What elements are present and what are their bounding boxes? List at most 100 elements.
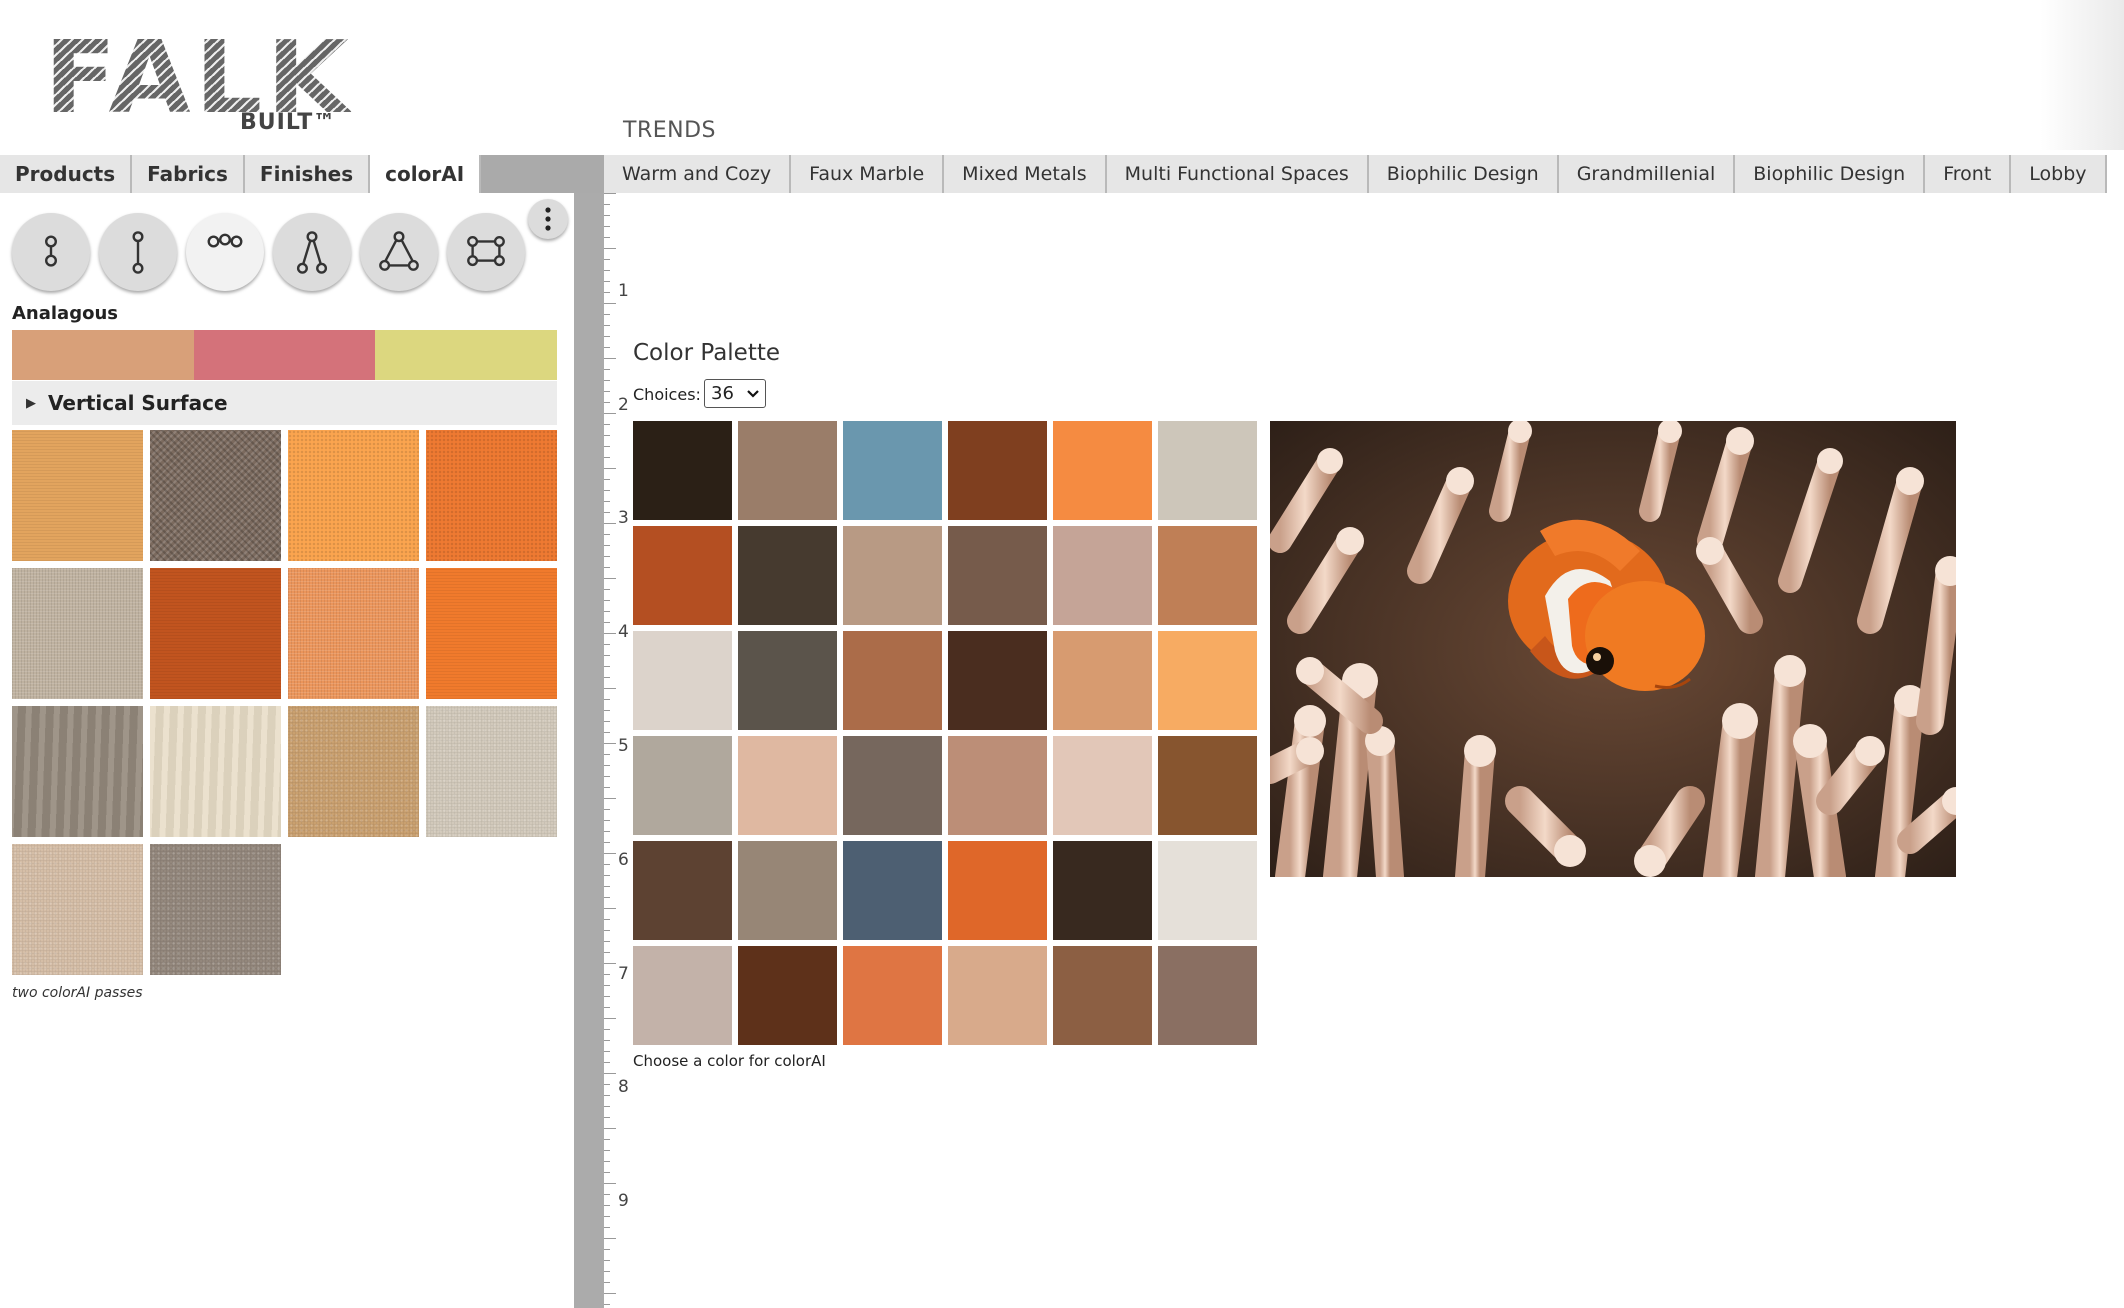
ruler-tick: [604, 930, 610, 931]
palette-swatch[interactable]: [1158, 421, 1257, 520]
fabric-swatch[interactable]: [288, 568, 419, 699]
palette-swatch[interactable]: [948, 421, 1047, 520]
board-tab-grandmillenial[interactable]: Grandmillenial: [1558, 155, 1736, 193]
board-tab-biophilic-design[interactable]: Biophilic Design: [1368, 155, 1559, 193]
ruler-tick: [604, 864, 610, 865]
surface-accordion[interactable]: ▶ Vertical Surface: [12, 381, 557, 425]
palette-swatch[interactable]: [948, 526, 1047, 625]
fabric-swatch[interactable]: [150, 706, 281, 837]
board-tab-front[interactable]: Front: [1925, 155, 2012, 193]
palette-swatch[interactable]: [948, 736, 1047, 835]
palette-swatch[interactable]: [633, 526, 732, 625]
choices-select[interactable]: 36: [704, 379, 766, 408]
palette-swatch[interactable]: [738, 526, 837, 625]
palette-swatch[interactable]: [738, 841, 837, 940]
analogous-button[interactable]: [186, 213, 264, 291]
palette-swatch[interactable]: [948, 631, 1047, 730]
palette-swatch[interactable]: [843, 631, 942, 730]
fabric-swatch[interactable]: [150, 430, 281, 561]
scheme-swatch[interactable]: [193, 330, 376, 380]
ruler-tick: [604, 413, 616, 414]
palette-swatch[interactable]: [948, 946, 1047, 1045]
fabric-swatch[interactable]: [150, 568, 281, 699]
palette-swatch[interactable]: [633, 841, 732, 940]
complementary-button[interactable]: [12, 213, 90, 291]
left-tab-products[interactable]: Products: [0, 155, 133, 193]
falk-logo[interactable]: FALK BUILT™: [44, 28, 349, 136]
more-options-button[interactable]: [528, 199, 568, 239]
palette-swatch[interactable]: [1053, 946, 1152, 1045]
fabric-swatch[interactable]: [150, 844, 281, 975]
ruler-tick: [604, 567, 610, 568]
board-tab-multi-functional-spaces[interactable]: Multi Functional Spaces: [1106, 155, 1369, 193]
palette-swatch[interactable]: [843, 946, 942, 1045]
ruler-tick: [604, 1051, 610, 1052]
palette-swatch[interactable]: [843, 421, 942, 520]
palette-swatch[interactable]: [1158, 736, 1257, 835]
palette-swatch[interactable]: [738, 631, 837, 730]
palette-swatch[interactable]: [1053, 421, 1152, 520]
palette-swatch[interactable]: [843, 841, 942, 940]
fabric-swatch[interactable]: [12, 706, 143, 837]
ruler-tick: [604, 325, 610, 326]
palette-swatch[interactable]: [1053, 631, 1152, 730]
left-tab-finishes[interactable]: Finishes: [244, 155, 371, 193]
fabric-swatch[interactable]: [12, 568, 143, 699]
palette-swatch[interactable]: [843, 526, 942, 625]
ruler-tick: [604, 765, 610, 766]
ruler-tick: [604, 633, 616, 634]
fabric-swatch[interactable]: [288, 706, 419, 837]
ruler-tick: [604, 842, 610, 843]
clownfish-photo[interactable]: [1270, 421, 1956, 877]
scheme-swatch[interactable]: [375, 330, 558, 380]
palette-swatch[interactable]: [948, 841, 1047, 940]
board-tab-mixed-metals[interactable]: Mixed Metals: [944, 155, 1107, 193]
scheme-swatch[interactable]: [12, 330, 194, 380]
palette-swatch[interactable]: [1053, 526, 1152, 625]
board-tab-warm-and-cozy[interactable]: Warm and Cozy: [604, 155, 792, 193]
panel-divider[interactable]: [574, 193, 604, 1308]
fabric-swatch[interactable]: [12, 430, 143, 561]
palette-swatch[interactable]: [1158, 631, 1257, 730]
palette-swatch[interactable]: [1053, 841, 1152, 940]
fabric-swatch[interactable]: [426, 706, 557, 837]
palette-swatch[interactable]: [633, 946, 732, 1045]
palette-swatch[interactable]: [633, 421, 732, 520]
palette-swatch[interactable]: [738, 421, 837, 520]
fabric-swatch[interactable]: [426, 430, 557, 561]
board-tab-biophilic-design[interactable]: Biophilic Design: [1735, 155, 1926, 193]
tetrad-icon: [467, 235, 505, 267]
choices-label: Choices:: [633, 385, 701, 404]
palette-swatch[interactable]: [843, 736, 942, 835]
tetrad-button[interactable]: [447, 213, 525, 291]
ruler-tick: [604, 446, 610, 447]
palette-swatch[interactable]: [738, 736, 837, 835]
ruler-tick: [604, 732, 610, 733]
ruler-tick: [604, 1238, 616, 1239]
palette-swatch[interactable]: [1158, 946, 1257, 1045]
ruler-tick: [604, 1106, 610, 1107]
board-tab-untitled-board-12[interactable]: Untitled Board 12: [2106, 155, 2124, 193]
ruler-tick: [604, 435, 610, 436]
palette-swatch[interactable]: [633, 631, 732, 730]
ruler-tick: [604, 754, 610, 755]
board-tab-lobby[interactable]: Lobby: [2011, 155, 2107, 193]
board-tab-faux-marble[interactable]: Faux Marble: [791, 155, 945, 193]
left-tab-fabrics[interactable]: Fabrics: [132, 155, 245, 193]
fabric-swatch[interactable]: [288, 430, 419, 561]
split-line-button[interactable]: [99, 213, 177, 291]
palette-swatch[interactable]: [1053, 736, 1152, 835]
fabric-swatch[interactable]: [12, 844, 143, 975]
palette-swatch[interactable]: [1158, 526, 1257, 625]
palette-swatch[interactable]: [633, 736, 732, 835]
palette-swatch[interactable]: [1158, 841, 1257, 940]
left-tab-colorai[interactable]: colorAI: [370, 155, 482, 193]
split-complementary-button[interactable]: [273, 213, 351, 291]
fabric-swatch[interactable]: [426, 568, 557, 699]
ruler-tick: [604, 1095, 610, 1096]
ruler-tick: [604, 292, 610, 293]
ruler-tick: [604, 776, 610, 777]
triad-button[interactable]: [360, 213, 438, 291]
palette-swatch[interactable]: [738, 946, 837, 1045]
logo-subtitle: BUILT™: [240, 110, 337, 135]
